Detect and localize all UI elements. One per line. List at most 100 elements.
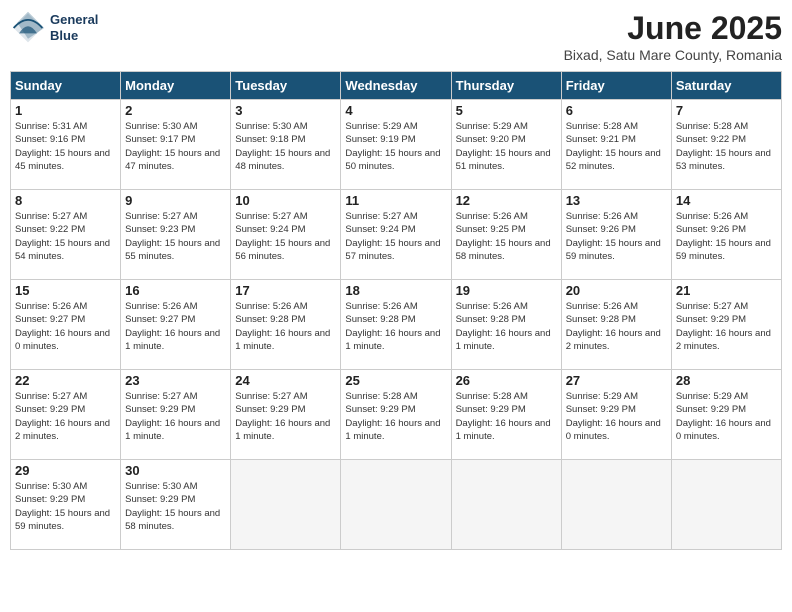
calendar-cell	[561, 460, 671, 550]
day-number: 13	[566, 193, 667, 208]
logo: General Blue	[10, 10, 98, 46]
cell-info: Sunrise: 5:27 AMSunset: 9:24 PMDaylight:…	[235, 211, 330, 262]
day-number: 19	[456, 283, 557, 298]
calendar-week-2: 8 Sunrise: 5:27 AMSunset: 9:22 PMDaylight…	[11, 190, 782, 280]
logo-icon	[10, 10, 46, 46]
calendar-cell: 12 Sunrise: 5:26 AMSunset: 9:25 PMDayligh…	[451, 190, 561, 280]
title-area: June 2025 Bixad, Satu Mare County, Roman…	[564, 10, 782, 63]
cell-info: Sunrise: 5:27 AMSunset: 9:22 PMDaylight:…	[15, 211, 110, 262]
cell-info: Sunrise: 5:28 AMSunset: 9:22 PMDaylight:…	[676, 121, 771, 172]
cell-info: Sunrise: 5:26 AMSunset: 9:28 PMDaylight:…	[456, 301, 551, 352]
cell-info: Sunrise: 5:31 AMSunset: 9:16 PMDaylight:…	[15, 121, 110, 172]
day-number: 25	[345, 373, 446, 388]
day-number: 24	[235, 373, 336, 388]
calendar-cell: 30 Sunrise: 5:30 AMSunset: 9:29 PMDayligh…	[121, 460, 231, 550]
calendar-week-5: 29 Sunrise: 5:30 AMSunset: 9:29 PMDayligh…	[11, 460, 782, 550]
cell-info: Sunrise: 5:26 AMSunset: 9:27 PMDaylight:…	[15, 301, 110, 352]
calendar-cell: 26 Sunrise: 5:28 AMSunset: 9:29 PMDayligh…	[451, 370, 561, 460]
logo-line2: Blue	[50, 28, 98, 44]
cell-info: Sunrise: 5:26 AMSunset: 9:26 PMDaylight:…	[566, 211, 661, 262]
day-number: 8	[15, 193, 116, 208]
month-title: June 2025	[564, 10, 782, 47]
day-number: 17	[235, 283, 336, 298]
calendar-cell: 8 Sunrise: 5:27 AMSunset: 9:22 PMDaylight…	[11, 190, 121, 280]
day-number: 16	[125, 283, 226, 298]
day-number: 9	[125, 193, 226, 208]
location: Bixad, Satu Mare County, Romania	[564, 47, 782, 63]
calendar-cell: 13 Sunrise: 5:26 AMSunset: 9:26 PMDayligh…	[561, 190, 671, 280]
cell-info: Sunrise: 5:26 AMSunset: 9:26 PMDaylight:…	[676, 211, 771, 262]
cell-info: Sunrise: 5:26 AMSunset: 9:25 PMDaylight:…	[456, 211, 551, 262]
calendar-cell: 10 Sunrise: 5:27 AMSunset: 9:24 PMDayligh…	[231, 190, 341, 280]
day-number: 10	[235, 193, 336, 208]
cell-info: Sunrise: 5:26 AMSunset: 9:28 PMDaylight:…	[345, 301, 440, 352]
weekday-header-row: SundayMondayTuesdayWednesdayThursdayFrid…	[11, 72, 782, 100]
calendar-week-3: 15 Sunrise: 5:26 AMSunset: 9:27 PMDayligh…	[11, 280, 782, 370]
calendar-week-4: 22 Sunrise: 5:27 AMSunset: 9:29 PMDayligh…	[11, 370, 782, 460]
day-number: 7	[676, 103, 777, 118]
calendar-cell: 22 Sunrise: 5:27 AMSunset: 9:29 PMDayligh…	[11, 370, 121, 460]
calendar-cell: 23 Sunrise: 5:27 AMSunset: 9:29 PMDayligh…	[121, 370, 231, 460]
cell-info: Sunrise: 5:29 AMSunset: 9:19 PMDaylight:…	[345, 121, 440, 172]
cell-info: Sunrise: 5:28 AMSunset: 9:29 PMDaylight:…	[456, 391, 551, 442]
calendar-cell: 27Sunrise: 5:29 AMSunset: 9:29 PMDayligh…	[561, 370, 671, 460]
cell-info: Sunrise: 5:30 AMSunset: 9:17 PMDaylight:…	[125, 121, 220, 172]
calendar-cell	[671, 460, 781, 550]
cell-info: Sunrise: 5:27 AMSunset: 9:29 PMDaylight:…	[15, 391, 110, 442]
weekday-header-tuesday: Tuesday	[231, 72, 341, 100]
calendar-cell: 1 Sunrise: 5:31 AMSunset: 9:16 PMDaylight…	[11, 100, 121, 190]
cell-info: Sunrise: 5:30 AMSunset: 9:29 PMDaylight:…	[125, 481, 220, 532]
day-number: 20	[566, 283, 667, 298]
day-number: 22	[15, 373, 116, 388]
weekday-header-thursday: Thursday	[451, 72, 561, 100]
day-number: 28	[676, 373, 777, 388]
calendar-week-1: 1 Sunrise: 5:31 AMSunset: 9:16 PMDaylight…	[11, 100, 782, 190]
cell-info: Sunrise: 5:27 AMSunset: 9:29 PMDaylight:…	[676, 301, 771, 352]
calendar-cell	[451, 460, 561, 550]
cell-info: Sunrise: 5:26 AMSunset: 9:27 PMDaylight:…	[125, 301, 220, 352]
calendar-cell: 15 Sunrise: 5:26 AMSunset: 9:27 PMDayligh…	[11, 280, 121, 370]
cell-info: Sunrise: 5:29 AMSunset: 9:20 PMDaylight:…	[456, 121, 551, 172]
day-number: 5	[456, 103, 557, 118]
weekday-header-friday: Friday	[561, 72, 671, 100]
day-number: 12	[456, 193, 557, 208]
day-number: 6	[566, 103, 667, 118]
day-number: 3	[235, 103, 336, 118]
logo-line1: General	[50, 12, 98, 28]
cell-info: Sunrise: 5:26 AMSunset: 9:28 PMDaylight:…	[566, 301, 661, 352]
cell-info: Sunrise: 5:27 AMSunset: 9:29 PMDaylight:…	[125, 391, 220, 442]
day-number: 4	[345, 103, 446, 118]
day-number: 30	[125, 463, 226, 478]
calendar-cell: 16 Sunrise: 5:26 AMSunset: 9:27 PMDayligh…	[121, 280, 231, 370]
day-number: 15	[15, 283, 116, 298]
cell-info: Sunrise: 5:28 AMSunset: 9:21 PMDaylight:…	[566, 121, 661, 172]
day-number: 11	[345, 193, 446, 208]
day-number: 21	[676, 283, 777, 298]
day-number: 26	[456, 373, 557, 388]
day-number: 14	[676, 193, 777, 208]
cell-info: Sunrise: 5:28 AMSunset: 9:29 PMDaylight:…	[345, 391, 440, 442]
calendar-cell	[341, 460, 451, 550]
day-number: 2	[125, 103, 226, 118]
calendar-cell: 11Sunrise: 5:27 AMSunset: 9:24 PMDayligh…	[341, 190, 451, 280]
cell-info: Sunrise: 5:30 AMSunset: 9:18 PMDaylight:…	[235, 121, 330, 172]
calendar-cell: 28Sunrise: 5:29 AMSunset: 9:29 PMDayligh…	[671, 370, 781, 460]
day-number: 29	[15, 463, 116, 478]
weekday-header-monday: Monday	[121, 72, 231, 100]
calendar-cell: 3 Sunrise: 5:30 AMSunset: 9:18 PMDaylight…	[231, 100, 341, 190]
header: General Blue June 2025 Bixad, Satu Mare …	[10, 10, 782, 63]
cell-info: Sunrise: 5:30 AMSunset: 9:29 PMDaylight:…	[15, 481, 110, 532]
weekday-header-wednesday: Wednesday	[341, 72, 451, 100]
day-number: 23	[125, 373, 226, 388]
calendar-cell: 2 Sunrise: 5:30 AMSunset: 9:17 PMDaylight…	[121, 100, 231, 190]
logo-text: General Blue	[50, 12, 98, 43]
calendar-cell: 25 Sunrise: 5:28 AMSunset: 9:29 PMDayligh…	[341, 370, 451, 460]
calendar-cell: 18Sunrise: 5:26 AMSunset: 9:28 PMDayligh…	[341, 280, 451, 370]
weekday-header-sunday: Sunday	[11, 72, 121, 100]
calendar-cell: 9Sunrise: 5:27 AMSunset: 9:23 PMDaylight…	[121, 190, 231, 280]
day-number: 27	[566, 373, 667, 388]
calendar-cell: 7 Sunrise: 5:28 AMSunset: 9:22 PMDaylight…	[671, 100, 781, 190]
calendar-cell: 4 Sunrise: 5:29 AMSunset: 9:19 PMDaylight…	[341, 100, 451, 190]
calendar-table: SundayMondayTuesdayWednesdayThursdayFrid…	[10, 71, 782, 550]
day-number: 1	[15, 103, 116, 118]
